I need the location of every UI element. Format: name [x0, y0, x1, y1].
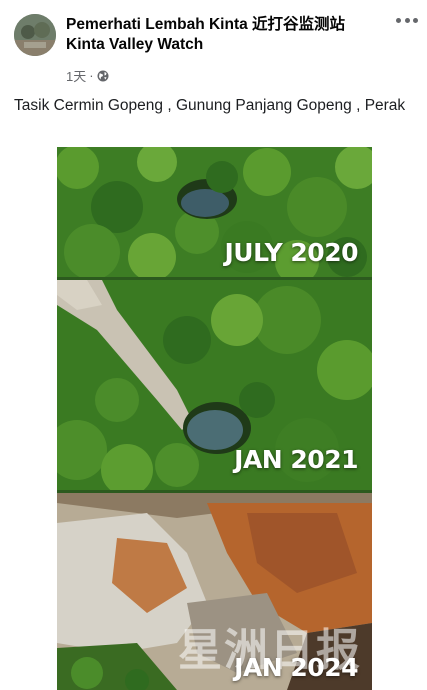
photo-panel-2020: JULY 2020	[57, 147, 372, 277]
post-photo[interactable]: JULY 2020 JAN 2021 JAN 2024 星洲日报	[57, 147, 372, 690]
more-options-icon[interactable]	[396, 10, 418, 30]
more-dot	[404, 17, 410, 23]
watermark-logo: 星洲日报	[178, 625, 362, 676]
post-header: Pemerhati Lembah Kinta 近打谷监测站 Kinta Vall…	[0, 0, 427, 90]
page-name-line1: Pemerhati Lembah Kinta 近打谷监测站	[66, 16, 346, 33]
post-caption: Tasik Cermin Gopeng , Gunung Panjang Gop…	[14, 97, 406, 114]
post-meta: 1天 ·	[66, 66, 109, 85]
page-avatar[interactable]	[14, 14, 56, 56]
date-label: JULY 2020	[224, 238, 358, 267]
page-name[interactable]: Pemerhati Lembah Kinta 近打谷监测站 Kinta Vall…	[66, 15, 386, 55]
meta-separator: ·	[89, 68, 94, 83]
more-dot	[413, 17, 418, 23]
post-time[interactable]: 1天	[66, 66, 86, 85]
globe-icon	[97, 70, 109, 82]
page-name-line2: Kinta Valley Watch	[66, 36, 204, 53]
photo-panel-2021: JAN 2021	[57, 280, 372, 490]
date-label: JAN 2021	[234, 445, 358, 474]
more-dot	[396, 17, 401, 23]
